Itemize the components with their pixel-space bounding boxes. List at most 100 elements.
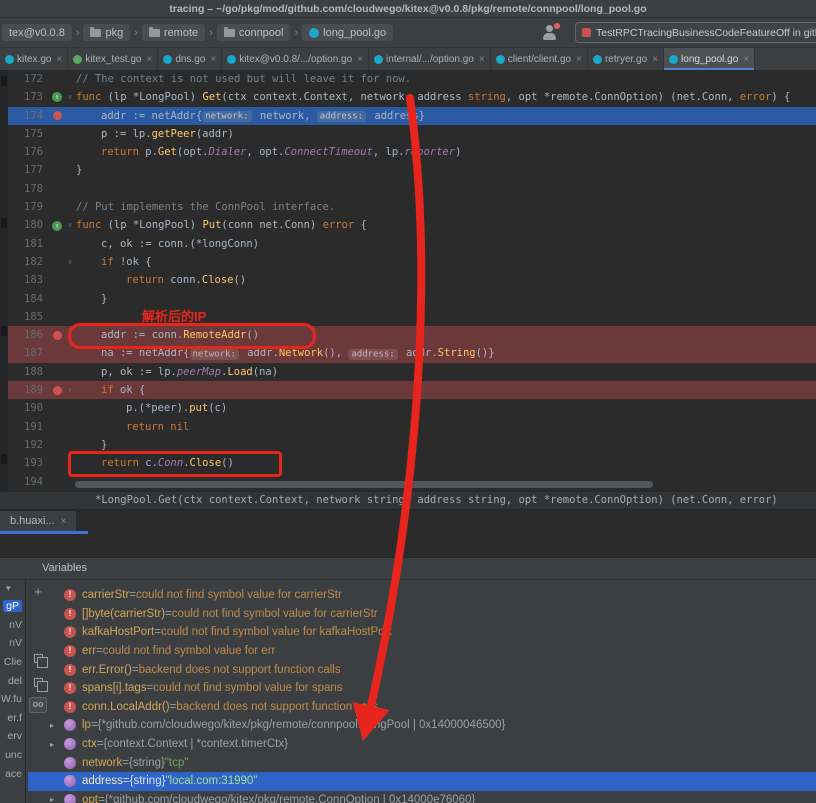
code-line-188[interactable]: 188p, ok := lp.peerMap.Load(na) xyxy=(8,363,816,381)
variable-row-ctx[interactable]: ▸ctx = {context.Context | *context.timer… xyxy=(28,735,816,754)
variable-row-opt[interactable]: ▸opt = {*github.com/cloudwego/kitex/pkg/… xyxy=(28,791,816,803)
frame-item[interactable]: del xyxy=(0,671,25,690)
code-editor[interactable]: 172// The context is not used but will l… xyxy=(0,70,816,491)
implements-gutter[interactable]: ↑ xyxy=(50,88,64,106)
edge-mark xyxy=(1,454,7,464)
variable-row-kafkahostport[interactable]: !kafkaHostPort = could not find symbol v… xyxy=(28,623,816,642)
editor-tab-internal-option-go[interactable]: internal/.../option.go× xyxy=(369,48,491,70)
expand-arrow[interactable]: ▸ xyxy=(50,740,64,749)
close-icon[interactable]: × xyxy=(357,54,363,65)
implements-icon[interactable]: ↑ xyxy=(52,221,62,231)
editor-tab-long-pool-go[interactable]: long_pool.go× xyxy=(664,48,755,70)
close-icon[interactable]: × xyxy=(56,54,62,65)
breakpoint-gutter[interactable] xyxy=(50,381,64,399)
show-watches-toggle[interactable]: oo xyxy=(29,697,47,713)
close-icon[interactable]: × xyxy=(210,54,216,65)
editor-tab-kitex-test-go[interactable]: kitex_test.go× xyxy=(68,48,158,70)
code-line-177[interactable]: 177} xyxy=(8,161,816,179)
fold-marker[interactable]: ∨ xyxy=(64,216,76,234)
run-configuration-selector[interactable]: TestRPCTracingBusinessCodeFeatureOff in … xyxy=(575,22,816,43)
close-icon[interactable]: × xyxy=(146,54,152,65)
view-options-icon[interactable] xyxy=(29,674,47,692)
breakpoint-icon[interactable] xyxy=(53,386,62,395)
variable-row-spans-i-tags[interactable]: !spans[i].tags = could not find symbol v… xyxy=(28,679,816,698)
close-icon[interactable]: × xyxy=(652,54,658,65)
run-configuration-label: TestRPCTracingBusinessCodeFeatureOff in … xyxy=(596,27,816,39)
code-lines[interactable]: 172// The context is not used but will l… xyxy=(8,70,816,491)
code-line-174[interactable]: 174addr := netAddr{network: network, add… xyxy=(8,107,816,125)
fold-marker[interactable]: ∨ xyxy=(64,88,76,106)
frame-item[interactable]: W.fu xyxy=(0,690,25,709)
active-tab-underline xyxy=(0,531,88,534)
code-line-176[interactable]: 176return p.Get(opt.Dialer, opt.ConnectT… xyxy=(8,143,816,161)
editor-tab-client-client-go[interactable]: client/client.go× xyxy=(491,48,588,70)
line-number: 187 xyxy=(8,344,50,362)
breakpoint-icon[interactable] xyxy=(53,331,62,340)
frame-item[interactable]: erv xyxy=(0,727,25,746)
code-line-190[interactable]: 190p.(*peer).put(c) xyxy=(8,399,816,417)
code-line-189[interactable]: 189∨if ok { xyxy=(8,381,816,399)
variable-row-err-error[interactable]: !err.Error() = backend does not support … xyxy=(28,660,816,679)
implements-icon[interactable]: ↑ xyxy=(52,92,62,102)
variables-tree[interactable]: !carrierStr = could not find symbol valu… xyxy=(28,580,816,803)
editor-tab-kitex-go[interactable]: kitex.go× xyxy=(0,48,68,70)
breadcrumb-item-connpool[interactable]: connpool xyxy=(217,24,291,41)
implements-gutter[interactable]: ↑ xyxy=(50,216,64,234)
frame-item[interactable]: nV xyxy=(0,634,25,653)
frame-item[interactable]: Clie xyxy=(0,653,25,672)
code-line-173[interactable]: 173↑∨func (lp *LongPool) Get(ctx context… xyxy=(8,88,816,106)
variable-row-address[interactable]: address = {string} "local.com:31990" xyxy=(28,772,816,791)
breadcrumb-item-long-pool-go[interactable]: long_pool.go xyxy=(302,24,393,41)
user-profile-icon[interactable] xyxy=(541,24,559,42)
variable-row-network[interactable]: network = {string} "tcp" xyxy=(28,753,816,772)
code-line-179[interactable]: 179// Put implements the ConnPool interf… xyxy=(8,198,816,216)
breakpoint-icon[interactable] xyxy=(53,111,62,120)
breakpoint-gutter[interactable] xyxy=(50,107,64,125)
frame-item[interactable]: unc xyxy=(0,746,25,765)
fold-marker xyxy=(64,363,76,381)
editor-tab-kitex-v0-0-8-option-go[interactable]: kitex@v0.0.8/.../option.go× xyxy=(222,48,369,70)
equals-sign: = xyxy=(91,719,98,731)
fold-marker[interactable]: ∨ xyxy=(64,253,76,271)
breakpoint-gutter[interactable] xyxy=(50,326,64,344)
add-watch-button[interactable]: + xyxy=(29,585,47,598)
code-line-172[interactable]: 172// The context is not used but will l… xyxy=(8,70,816,88)
editor-tab-retryer-go[interactable]: retryer.go× xyxy=(588,48,664,70)
code-line-182[interactable]: 182∨if !ok { xyxy=(8,253,816,271)
frame-item[interactable]: nV xyxy=(0,616,25,635)
code-line-180[interactable]: 180↑∨func (lp *LongPool) Put(conn net.Co… xyxy=(8,216,816,234)
variable-row-carrierstr[interactable]: !carrierStr = could not find symbol valu… xyxy=(28,586,816,605)
frame-item[interactable]: ace xyxy=(0,764,25,783)
variable-row-err[interactable]: !err = could not find symbol value for e… xyxy=(28,642,816,661)
breadcrumb-item-tex-v0-0-8[interactable]: tex@v0.0.8 xyxy=(2,24,72,41)
expand-arrow[interactable]: ▸ xyxy=(50,795,64,803)
horizontal-scrollbar[interactable] xyxy=(75,481,653,488)
code-line-184[interactable]: 184} xyxy=(8,290,816,308)
code-line-181[interactable]: 181c, ok := conn.(*longConn) xyxy=(8,235,816,253)
frame-item[interactable]: gP xyxy=(0,597,25,616)
dropdown-caret-icon[interactable]: ▾ xyxy=(0,580,25,597)
code-line-191[interactable]: 191return nil xyxy=(8,418,816,436)
code-line-178[interactable]: 178 xyxy=(8,180,816,198)
close-icon[interactable]: × xyxy=(61,516,67,527)
error-message: could not find symbol value for err xyxy=(103,645,276,657)
breadcrumb-item-remote[interactable]: remote xyxy=(142,24,205,41)
close-icon[interactable]: × xyxy=(576,54,582,65)
variable-row-conn-localaddr[interactable]: !conn.LocalAddr() = backend does not sup… xyxy=(28,698,816,717)
breadcrumb-item-pkg[interactable]: pkg xyxy=(83,24,130,41)
editor-tab-dns-go[interactable]: dns.go× xyxy=(158,48,222,70)
tab-b-huaxi[interactable]: b.huaxi... × xyxy=(0,511,76,531)
code-token: getPeer xyxy=(152,128,196,140)
close-icon[interactable]: × xyxy=(479,54,485,65)
copy-icon[interactable] xyxy=(29,650,47,668)
code-line-175[interactable]: 175p := lp.getPeer(addr) xyxy=(8,125,816,143)
fold-marker[interactable]: ∨ xyxy=(64,381,76,399)
code-line-183[interactable]: 183return conn.Close() xyxy=(8,271,816,289)
frame-item[interactable]: er.f xyxy=(0,709,25,728)
variable-row-lp[interactable]: ▸lp = {*github.com/cloudwego/kitex/pkg/r… xyxy=(28,716,816,735)
variable-row-byte-carrierstr[interactable]: ![]byte(carrierStr) = could not find sym… xyxy=(28,605,816,624)
line-number: 172 xyxy=(8,70,50,88)
code-token: Network xyxy=(279,347,323,359)
expand-arrow[interactable]: ▸ xyxy=(50,721,64,730)
close-icon[interactable]: × xyxy=(743,54,749,65)
